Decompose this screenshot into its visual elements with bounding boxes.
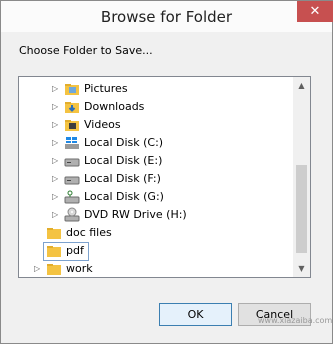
tree-item[interactable]: ▷ Pictures bbox=[19, 80, 293, 98]
videos-folder-icon bbox=[64, 117, 80, 133]
folder-icon bbox=[46, 243, 62, 259]
tree-item-label: Local Disk (C:) bbox=[84, 136, 164, 149]
tree-item[interactable]: ▷ Local Disk (F:) bbox=[19, 170, 293, 188]
scroll-down-icon[interactable]: ▼ bbox=[293, 260, 310, 277]
tree-item-label: doc files bbox=[66, 226, 112, 239]
vertical-scrollbar[interactable]: ▲ ▼ bbox=[293, 77, 310, 277]
scrollbar-thumb[interactable] bbox=[296, 165, 307, 253]
tree-item[interactable]: doc files bbox=[19, 224, 293, 242]
downloads-folder-icon bbox=[64, 99, 80, 115]
close-button[interactable]: ✕ bbox=[297, 1, 333, 22]
folder-prompt: Choose Folder to Save... bbox=[19, 44, 153, 57]
expand-arrow-icon[interactable]: ▷ bbox=[52, 102, 60, 112]
tree-item-label: DVD RW Drive (H:) bbox=[84, 208, 187, 221]
dialog-title: Browse for Folder bbox=[100, 8, 233, 26]
tree-item-label: Local Disk (F:) bbox=[84, 172, 161, 185]
tree-item-label: pdf bbox=[66, 244, 84, 257]
expand-arrow-icon[interactable]: ▷ bbox=[52, 210, 60, 220]
tree-item[interactable]: ▷ work bbox=[19, 260, 293, 277]
tree-item-label: work bbox=[66, 262, 93, 275]
tree-item-label: Videos bbox=[84, 118, 121, 131]
folder-icon bbox=[46, 225, 62, 241]
expand-arrow-icon[interactable]: ▷ bbox=[52, 192, 60, 202]
hard-drive-icon bbox=[64, 171, 80, 187]
expand-arrow-icon[interactable]: ▷ bbox=[52, 120, 60, 130]
tree-item[interactable]: ▷ Local Disk (G:) bbox=[19, 188, 293, 206]
folder-icon bbox=[46, 261, 62, 277]
expand-arrow-icon[interactable]: ▷ bbox=[52, 138, 60, 148]
hard-drive-icon bbox=[64, 153, 80, 169]
watermark-text: www.xiazaiba.com bbox=[258, 316, 333, 325]
expand-arrow-icon[interactable]: ▷ bbox=[52, 174, 60, 184]
tree-item-label: Local Disk (E:) bbox=[84, 154, 163, 167]
tree-item-label: Pictures bbox=[84, 82, 128, 95]
close-icon: ✕ bbox=[309, 4, 321, 19]
dvd-drive-icon bbox=[64, 207, 80, 223]
folder-tree[interactable]: ▷ Pictures ▷ Downloads ▷ Videos ▷ Local Disk (C… bbox=[19, 77, 293, 277]
ok-button[interactable]: OK bbox=[159, 303, 232, 326]
scroll-up-icon[interactable]: ▲ bbox=[293, 77, 310, 94]
usb-drive-icon bbox=[64, 189, 80, 205]
folder-tree-view[interactable]: ▷ Pictures ▷ Downloads ▷ Videos ▷ Local Disk (C… bbox=[18, 76, 311, 278]
expand-arrow-icon[interactable]: ▷ bbox=[34, 264, 42, 274]
tree-item[interactable]: pdf bbox=[19, 242, 293, 261]
tree-item[interactable]: ▷ DVD RW Drive (H:) bbox=[19, 206, 293, 224]
tree-item-label: Local Disk (G:) bbox=[84, 190, 164, 203]
tree-item[interactable]: ▷ Downloads bbox=[19, 98, 293, 116]
pictures-folder-icon bbox=[64, 81, 80, 97]
expand-arrow-icon[interactable]: ▷ bbox=[52, 156, 60, 166]
windows-drive-icon bbox=[64, 135, 80, 151]
tree-item[interactable]: ▷ Videos bbox=[19, 116, 293, 134]
expand-arrow-icon[interactable]: ▷ bbox=[52, 84, 60, 94]
tree-item-label: Downloads bbox=[84, 100, 145, 113]
browse-for-folder-dialog: Browse for Folder ✕ Choose Folder to Sav… bbox=[0, 0, 333, 344]
title-bar[interactable]: Browse for Folder ✕ bbox=[1, 1, 333, 32]
tree-item[interactable]: ▷ Local Disk (C:) bbox=[19, 134, 293, 152]
tree-item[interactable]: ▷ Local Disk (E:) bbox=[19, 152, 293, 170]
